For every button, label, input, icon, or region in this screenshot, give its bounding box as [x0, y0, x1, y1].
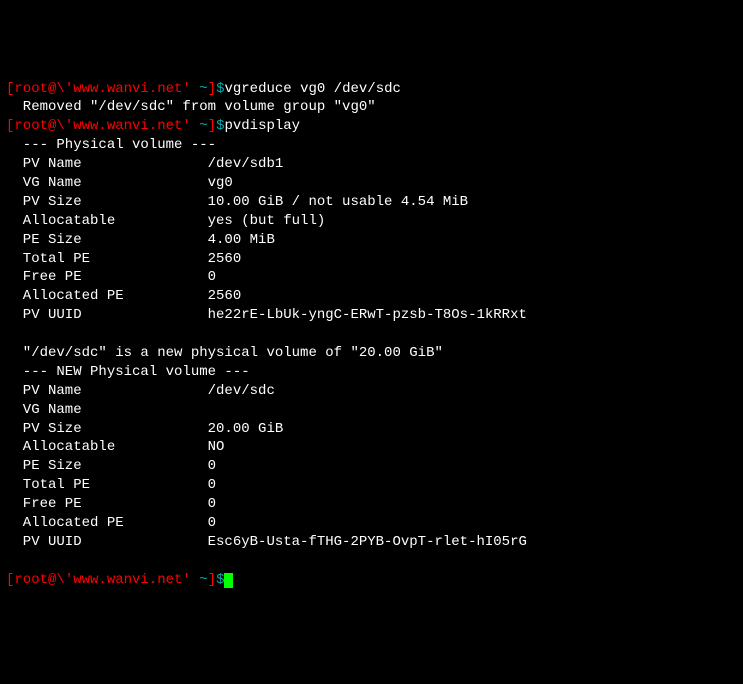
output-text: --- Physical volume ---: [6, 137, 216, 153]
output-text: [6, 553, 31, 569]
output-text: PV UUID he22rE-LbUk-yngC-ERwT-pzsb-T8Os-…: [6, 307, 527, 323]
terminal-line: PV UUID he22rE-LbUk-yngC-ERwT-pzsb-T8Os-…: [6, 306, 737, 325]
prompt-space: [191, 572, 199, 588]
prompt-dir: ~: [199, 572, 207, 588]
output-text: PE Size 4.00 MiB: [6, 232, 275, 248]
terminal-line: Allocated PE 0: [6, 514, 737, 533]
terminal-line: [root@\'www.wanvi.net' ~]$vgreduce vg0 /…: [6, 80, 737, 99]
terminal-line: [6, 325, 737, 344]
output-text: Total PE 2560: [6, 251, 241, 267]
prompt-user: root@\'www.wanvi.net': [14, 572, 190, 588]
output-text: Free PE 0: [6, 269, 216, 285]
prompt-space: [191, 81, 199, 97]
prompt-dir: ~: [199, 81, 207, 97]
output-text: PE Size 0: [6, 458, 241, 474]
output-text: Allocatable yes (but full): [6, 213, 325, 229]
output-text: Total PE 0: [6, 477, 216, 493]
terminal-line: PE Size 0: [6, 457, 737, 476]
output-text: Removed "/dev/sdc" from volume group "vg…: [6, 99, 376, 115]
output-text: VG Name vg0: [6, 175, 233, 191]
terminal-line: PV Size 20.00 GiB: [6, 420, 737, 439]
terminal-line: Removed "/dev/sdc" from volume group "vg…: [6, 98, 737, 117]
prompt-user: root@\'www.wanvi.net': [14, 81, 190, 97]
output-text: [6, 326, 31, 342]
terminal-line: --- NEW Physical volume ---: [6, 363, 737, 382]
prompt-dir: ~: [199, 118, 207, 134]
terminal-line: VG Name: [6, 401, 737, 420]
terminal-line: PE Size 4.00 MiB: [6, 231, 737, 250]
command-text: vgreduce vg0 /dev/sdc: [224, 81, 400, 97]
prompt-close: ]: [208, 81, 216, 97]
output-text: Free PE 0: [6, 496, 216, 512]
output-text: Allocated PE 2560: [6, 288, 241, 304]
prompt-sigil: $: [216, 572, 224, 588]
terminal-line: [root@\'www.wanvi.net' ~]$: [6, 571, 737, 590]
output-text: PV Name /dev/sdc: [6, 383, 275, 399]
terminal-line: --- Physical volume ---: [6, 136, 737, 155]
output-text: PV Size 10.00 GiB / not usable 4.54 MiB: [6, 194, 468, 210]
output-text: PV Size 20.00 GiB: [6, 421, 283, 437]
prompt-close: ]: [208, 118, 216, 134]
terminal-line: Allocatable yes (but full): [6, 212, 737, 231]
prompt-close: ]: [208, 572, 216, 588]
terminal-output[interactable]: [root@\'www.wanvi.net' ~]$vgreduce vg0 /…: [6, 80, 737, 590]
output-text: VG Name: [6, 402, 208, 418]
terminal-line: [root@\'www.wanvi.net' ~]$pvdisplay: [6, 117, 737, 136]
terminal-line: PV Name /dev/sdb1: [6, 155, 737, 174]
terminal-line: PV Name /dev/sdc: [6, 382, 737, 401]
output-text: "/dev/sdc" is a new physical volume of "…: [6, 345, 443, 361]
terminal-line: Total PE 2560: [6, 250, 737, 269]
terminal-line: PV UUID Esc6yB-Usta-fTHG-2PYB-OvpT-rlet-…: [6, 533, 737, 552]
terminal-line: PV Size 10.00 GiB / not usable 4.54 MiB: [6, 193, 737, 212]
cursor: [224, 573, 233, 588]
terminal-line: Allocatable NO: [6, 438, 737, 457]
output-text: --- NEW Physical volume ---: [6, 364, 250, 380]
terminal-line: VG Name vg0: [6, 174, 737, 193]
terminal-line: "/dev/sdc" is a new physical volume of "…: [6, 344, 737, 363]
output-text: PV UUID Esc6yB-Usta-fTHG-2PYB-OvpT-rlet-…: [6, 534, 527, 550]
command-text: pvdisplay: [224, 118, 300, 134]
terminal-line: Allocated PE 2560: [6, 287, 737, 306]
terminal-line: [6, 552, 737, 571]
prompt-space: [191, 118, 199, 134]
output-text: PV Name /dev/sdb1: [6, 156, 283, 172]
output-text: Allocatable NO: [6, 439, 224, 455]
terminal-line: Free PE 0: [6, 495, 737, 514]
terminal-line: Free PE 0: [6, 268, 737, 287]
prompt-open: [: [6, 572, 14, 588]
prompt-user: root@\'www.wanvi.net': [14, 118, 190, 134]
terminal-line: Total PE 0: [6, 476, 737, 495]
